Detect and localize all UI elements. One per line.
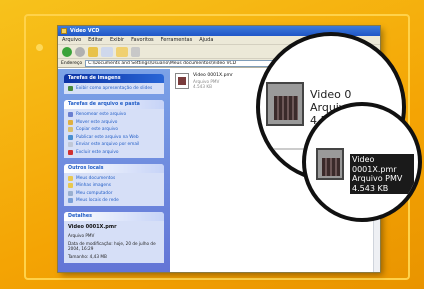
place-my-pictures[interactable]: Minhas imagens <box>68 183 160 188</box>
task-copy[interactable]: Copiar este arquivo <box>68 127 160 132</box>
file-tasks-box: Tarefas de arquivo e pasta Renomear este… <box>64 100 164 158</box>
details-modified: Data de modificação: hoje, 20 de julho d… <box>68 240 156 252</box>
copy-icon <box>68 127 73 132</box>
menu-edit[interactable]: Editar <box>88 37 103 43</box>
window-title: Vídeo VCD <box>70 28 100 34</box>
menu-view[interactable]: Exibir <box>110 37 124 43</box>
menu-help[interactable]: Ajuda <box>199 37 213 43</box>
up-folder-button[interactable] <box>88 46 98 57</box>
place-my-computer[interactable]: Meu computador <box>68 190 160 196</box>
image-tasks-box: Tarefas de imagens Exibir como apresenta… <box>64 74 164 94</box>
task-slideshow[interactable]: Exibir como apresentação de slides <box>68 86 160 91</box>
task-publish[interactable]: Publicar este arquivo na Web <box>68 134 160 140</box>
video-file-icon <box>266 82 304 126</box>
task-pane: Tarefas de imagens Exibir como apresenta… <box>58 69 170 272</box>
task-email[interactable]: Enviar este arquivo por email <box>68 142 160 147</box>
search-button[interactable] <box>101 46 113 57</box>
delete-icon <box>68 149 73 155</box>
file-name: Video 0001X.pmr <box>193 73 233 78</box>
address-label: Endereço <box>61 60 83 66</box>
publish-icon <box>68 134 73 140</box>
place-network[interactable]: Meus locais de rede <box>68 198 160 203</box>
corner-dot <box>36 44 43 51</box>
magnified-selected-label: Video 0001X.pmr Arquivo PMV 4.543 KB <box>350 154 414 194</box>
file-item[interactable]: Video 0001X.pmr Arquivo PMV 4.543 KB <box>175 73 233 89</box>
menu-favorites[interactable]: Favoritos <box>131 37 154 43</box>
video-file-icon <box>175 73 189 89</box>
folder-icon <box>68 175 73 181</box>
video-file-icon <box>316 148 344 180</box>
folder-icon <box>68 183 73 188</box>
place-my-documents[interactable]: Meus documentos <box>68 175 160 181</box>
details-filename: Video 0001X.pmr <box>68 224 117 230</box>
details-box: Detalhes Video 0001X.pmr Arquivo PMV Dat… <box>64 212 164 263</box>
email-icon <box>68 142 73 147</box>
file-size: 4.543 KB <box>193 83 212 89</box>
other-places-header[interactable]: Outros locais <box>64 163 164 173</box>
image-tasks-header[interactable]: Tarefas de imagens <box>64 74 164 83</box>
task-rename[interactable]: Renomear este arquivo <box>68 112 160 117</box>
back-button[interactable] <box>62 46 72 57</box>
menu-file[interactable]: Arquivo <box>62 37 81 43</box>
magnifier-lens-small: Video 0001X.pmr Arquivo PMV 4.543 KB <box>302 102 422 222</box>
menu-tools[interactable]: Ferramentas <box>161 37 193 43</box>
task-move[interactable]: Mover este arquivo <box>68 119 160 125</box>
slideshow-icon <box>68 86 73 91</box>
task-delete[interactable]: Excluir este arquivo <box>68 149 160 155</box>
details-size: Tamanho: 4,43 MB <box>68 254 107 259</box>
details-type: Arquivo PMV <box>68 232 95 238</box>
views-button[interactable] <box>131 46 140 57</box>
folders-button[interactable] <box>116 46 128 57</box>
file-tasks-header[interactable]: Tarefas de arquivo e pasta <box>64 100 164 109</box>
details-header[interactable]: Detalhes <box>64 212 164 221</box>
forward-button[interactable] <box>75 46 85 57</box>
computer-icon <box>68 190 73 196</box>
folder-icon <box>61 28 67 34</box>
move-icon <box>68 119 73 125</box>
network-icon <box>68 198 73 203</box>
rename-icon <box>68 112 73 117</box>
other-places-box: Outros locais Meus documentos Minhas ima… <box>64 163 164 206</box>
